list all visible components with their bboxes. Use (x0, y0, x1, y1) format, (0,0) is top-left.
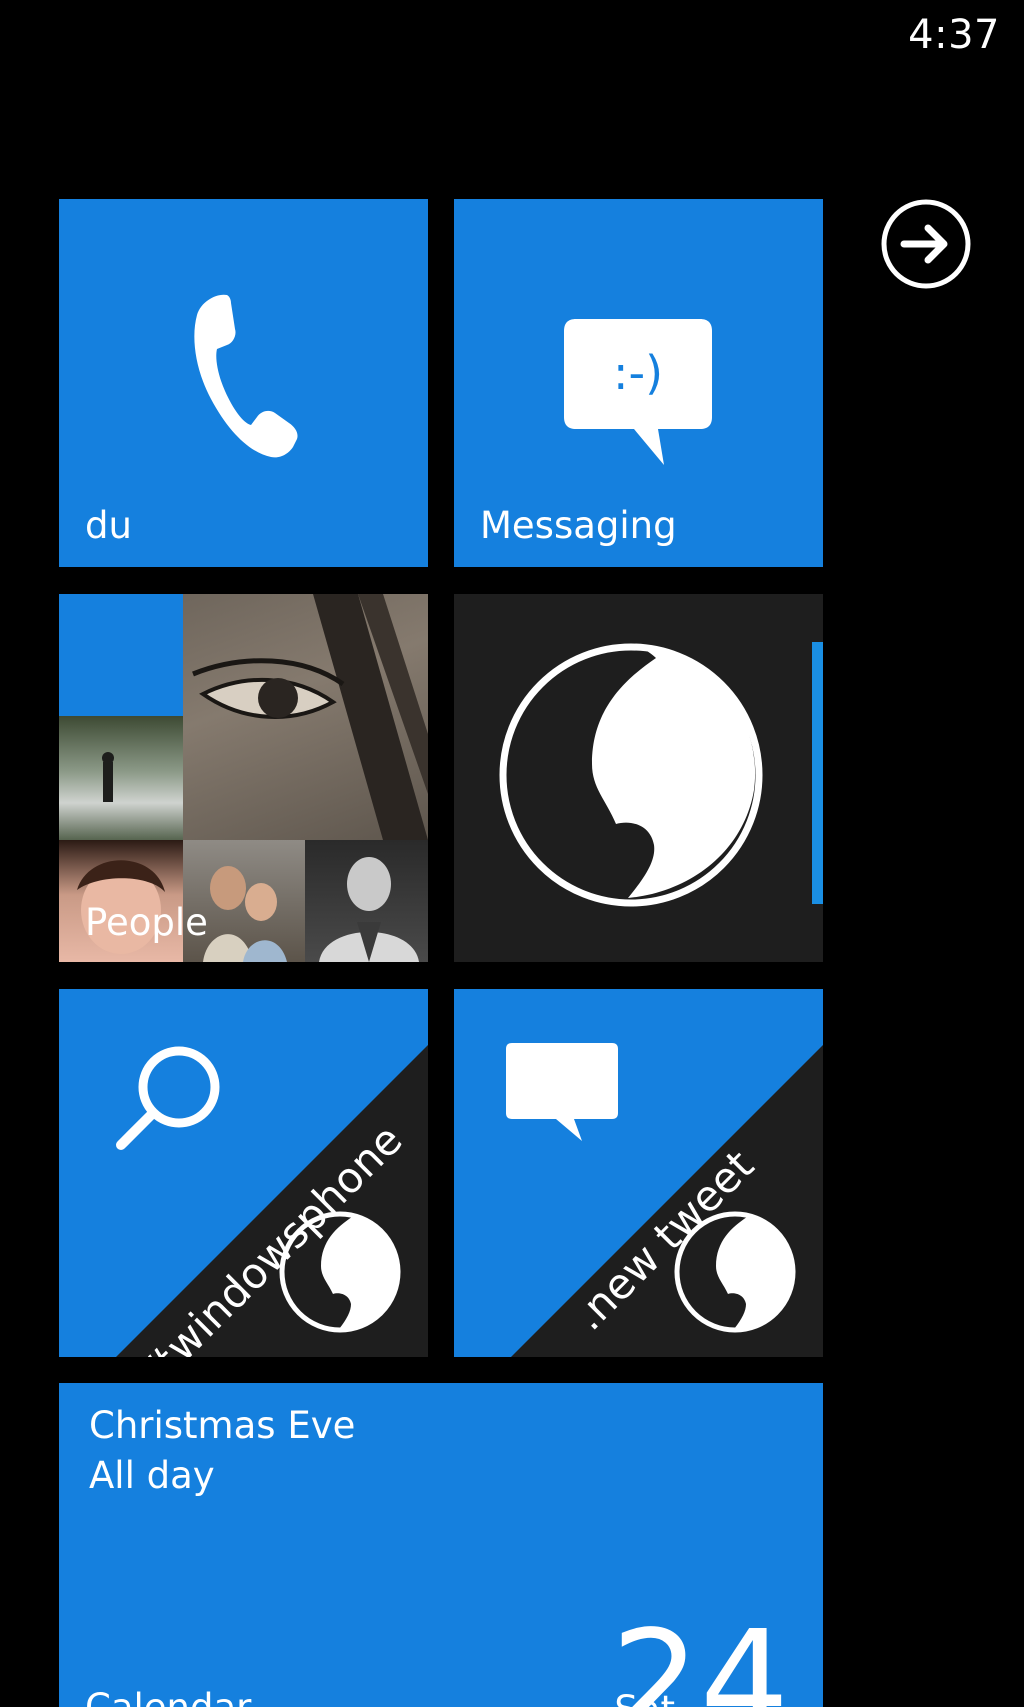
calendar-event-time: All day (89, 1454, 215, 1497)
calendar-event-title: Christmas Eve (89, 1404, 356, 1447)
smiley-speech-bubble-icon: :-) (564, 319, 712, 465)
speech-bubble-icon (506, 1043, 618, 1141)
arrow-right-circle-icon (881, 199, 971, 289)
calendar-event: Christmas Eve All day (89, 1401, 355, 1501)
status-time: 4:37 (908, 12, 1000, 58)
people-photo-large (183, 594, 428, 840)
start-screen: 4:37 du :-) Messaging People #windowspho… (0, 0, 1024, 1707)
people-tile[interactable]: People (59, 594, 428, 962)
calendar-tile-label: Calendar (85, 1686, 251, 1707)
calendar-tile[interactable]: Christmas Eve All day Calendar Sat 24 (59, 1383, 823, 1707)
messaging-tile-label: Messaging (480, 504, 677, 547)
people-accent-square (59, 594, 183, 716)
twitter-client-tile[interactable] (454, 594, 823, 962)
messaging-tile[interactable]: :-) Messaging (454, 199, 823, 567)
phone-icon (194, 294, 298, 458)
twitter-client-logo-icon (499, 643, 763, 907)
calendar-date: 24 (610, 1601, 789, 1707)
people-tile-label: People (85, 901, 208, 944)
app-list-button[interactable] (880, 198, 972, 290)
hashtag-search-tile[interactable]: #windowsphone (59, 989, 428, 1357)
twitter-client-indicator (812, 642, 823, 904)
messaging-emoticon: :-) (613, 346, 663, 400)
phone-tile-label: du (85, 504, 132, 547)
new-tweet-tile[interactable]: .new tweet (454, 989, 823, 1357)
people-photo-landscape (59, 716, 183, 840)
phone-tile[interactable]: du (59, 199, 428, 567)
people-photo-man (305, 840, 428, 962)
search-icon (116, 1046, 220, 1150)
